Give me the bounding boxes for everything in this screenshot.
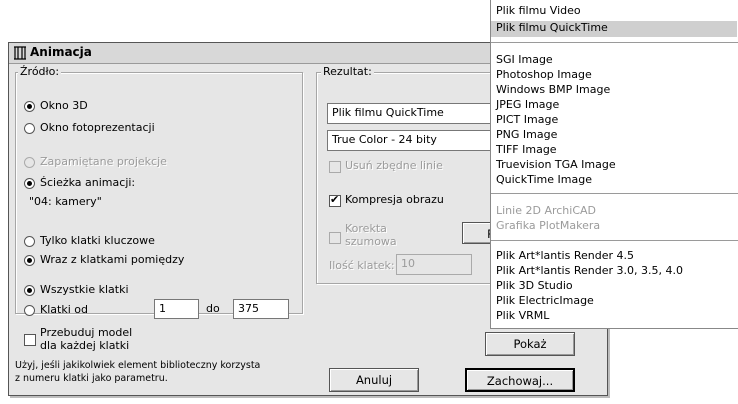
color-depth-select[interactable]: True Color - 24 bity xyxy=(327,130,495,151)
menu-item-plotmaker[interactable]: Grafika PlotMakera xyxy=(496,219,600,232)
menu-item-electricimage[interactable]: Plik ElectricImage xyxy=(496,294,594,307)
menu-item-photoshop[interactable]: Photoshop Image xyxy=(496,68,592,81)
remove-lines-label: Usuń zbędne linie xyxy=(345,159,443,172)
noise-correction-checkbox[interactable] xyxy=(329,232,341,244)
radio-okno-fotoprezentacji-label: Okno fotoprezentacji xyxy=(40,121,155,134)
menu-separator xyxy=(491,193,738,194)
menu-item-png[interactable]: PNG Image xyxy=(496,128,557,141)
frame-to-label: do xyxy=(206,302,220,315)
radio-sciezka-animacji[interactable] xyxy=(24,178,35,189)
radio-tylko-klatki-kluczowe[interactable] xyxy=(24,236,35,247)
menu-item-sgi[interactable]: SGI Image xyxy=(496,53,553,66)
frames-count-label: Ilość klatek: xyxy=(329,259,395,272)
save-button[interactable]: Zachowaj... xyxy=(465,368,575,392)
radio-okno-3d[interactable] xyxy=(24,101,35,112)
rebuild-model-label-2: dla każdej klatki xyxy=(40,339,130,352)
radio-zapamietane-projekcje[interactable] xyxy=(24,157,35,168)
remove-lines-checkbox[interactable] xyxy=(329,161,341,173)
cancel-button[interactable]: Anuluj xyxy=(329,368,419,392)
menu-item-3d-studio[interactable]: Plik 3D Studio xyxy=(496,279,573,292)
animation-path-value: "04: kamery" xyxy=(29,195,102,208)
menu-item-video[interactable]: Plik filmu Video xyxy=(496,4,581,17)
dialog-title: Animacja xyxy=(30,45,92,59)
radio-okno-fotoprezentacji[interactable] xyxy=(24,123,35,134)
note-line-2: z numeru klatki jako parametru. xyxy=(15,373,168,384)
menu-separator xyxy=(491,42,738,43)
result-format-select[interactable]: Plik filmu QuickTime xyxy=(327,103,495,124)
menu-item-archicad-2d[interactable]: Linie 2D ArchiCAD xyxy=(496,204,596,217)
menu-item-bmp[interactable]: Windows BMP Image xyxy=(496,83,610,96)
rebuild-model-label-1: Przebuduj model xyxy=(40,326,133,339)
menu-item-artlantis-30[interactable]: Plik Art*lantis Render 3.0, 3.5, 4.0 xyxy=(496,264,683,277)
radio-wszystkie-klatki[interactable] xyxy=(24,285,35,296)
radio-sciezka-animacji-label: Ścieżka animacji: xyxy=(40,176,136,189)
noise-correction-label-1: Korekta xyxy=(345,222,387,235)
radio-wszystkie-klatki-label: Wszystkie klatki xyxy=(40,283,129,296)
menu-item-vrml[interactable]: Plik VRML xyxy=(496,309,549,322)
film-strip-icon xyxy=(14,46,26,60)
radio-wraz-z-klatkami[interactable] xyxy=(24,255,35,266)
result-group-label: Rezultat: xyxy=(321,65,374,78)
radio-klatki-od-label: Klatki od xyxy=(40,303,88,316)
noise-correction-label-2: szumowa xyxy=(345,235,397,248)
source-group-label: Źródło: xyxy=(18,65,62,78)
format-dropdown-menu: Plik filmu Video Plik filmu QuickTime SG… xyxy=(490,0,738,329)
frame-from-input[interactable]: 1 xyxy=(154,299,199,319)
menu-item-jpeg[interactable]: JPEG Image xyxy=(496,98,559,111)
menu-item-quicktime-movie[interactable]: Plik filmu QuickTime xyxy=(491,21,737,37)
radio-klatki-od[interactable] xyxy=(24,305,35,316)
compression-checkbox[interactable] xyxy=(329,193,341,207)
menu-separator xyxy=(491,240,738,241)
compression-label: Kompresja obrazu xyxy=(345,193,444,206)
show-button[interactable]: Pokaż xyxy=(485,332,575,356)
note-line-1: Użyj, jeśli jakikolwiek element bibliote… xyxy=(15,360,261,371)
radio-wraz-z-klatkami-label: Wraz z klatkami pomiędzy xyxy=(40,253,185,266)
frame-to-input[interactable]: 375 xyxy=(233,299,289,319)
radio-zapamietane-projekcje-label: Zapamiętane projekcje xyxy=(40,155,167,168)
rebuild-model-checkbox[interactable] xyxy=(24,334,36,346)
menu-item-quicktime-image[interactable]: QuickTime Image xyxy=(496,173,592,186)
radio-tylko-klatki-kluczowe-label: Tylko klatki kluczowe xyxy=(40,234,155,247)
menu-item-pict[interactable]: PICT Image xyxy=(496,113,558,126)
menu-item-tga[interactable]: Truevision TGA Image xyxy=(496,158,616,171)
radio-okno-3d-label: Okno 3D xyxy=(40,99,88,112)
menu-item-artlantis-45[interactable]: Plik Art*lantis Render 4.5 xyxy=(496,249,634,262)
menu-item-tiff[interactable]: TIFF Image xyxy=(496,143,557,156)
frames-count-input[interactable]: 10 xyxy=(396,254,472,275)
